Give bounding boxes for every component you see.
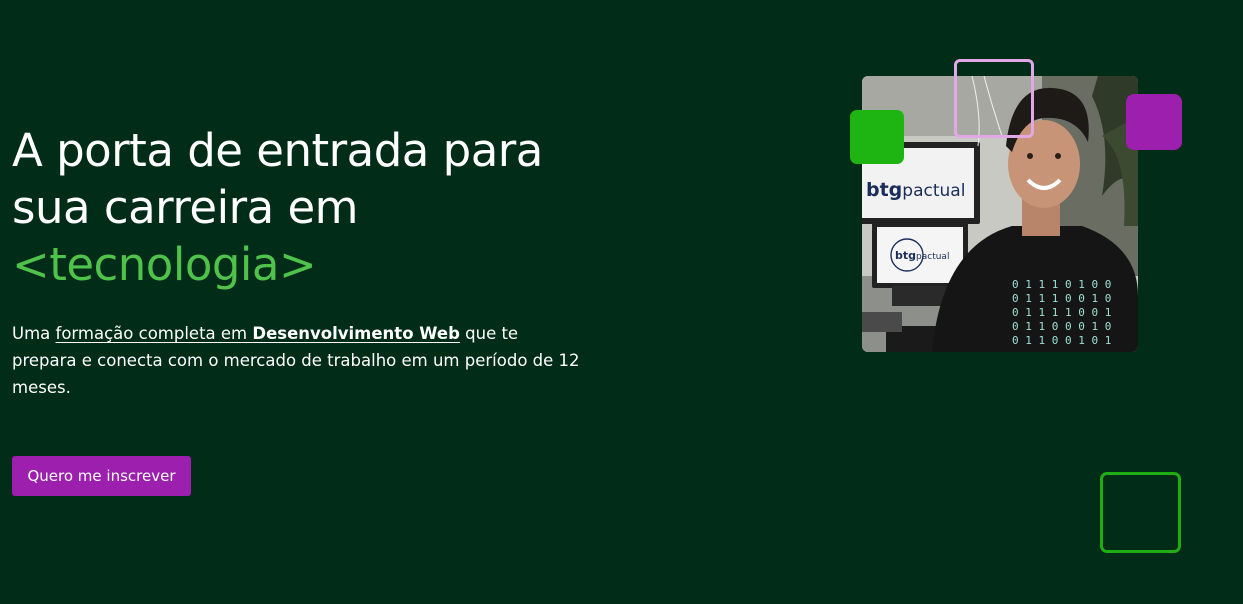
course-link-text: formação completa em	[55, 324, 253, 343]
shirt-binary-row-5: 0 1 1 0 0 1 0 1	[1012, 334, 1111, 347]
shirt-binary-row-3: 0 1 1 1 1 0 0 1	[1012, 306, 1111, 319]
hero-text: A porta de entrada para sua carreira em …	[12, 122, 602, 293]
course-link-strong: Desenvolvimento Web	[252, 324, 460, 343]
hero-description: Uma formação completa em Desenvolvimento…	[12, 320, 582, 401]
shirt-binary-row-1: 0 1 1 1 0 1 0 0	[1012, 278, 1111, 291]
headline-accent: <tecnologia>	[12, 238, 317, 291]
shirt-binary-row-4: 0 1 1 0 0 0 1 0	[1012, 320, 1111, 333]
course-link[interactable]: formação completa em Desenvolvimento Web	[56, 324, 460, 343]
headline-line-1: A porta de entrada para	[12, 124, 543, 177]
headline-line-2: sua carreira em	[12, 181, 358, 234]
monitor-top-logo: btgpactual	[866, 179, 965, 201]
hero-headline: A porta de entrada para sua carreira em …	[12, 122, 602, 293]
lead-text-start: Uma	[12, 324, 56, 343]
decor-green-outline-square	[1100, 472, 1181, 553]
shirt-binary-row-2: 0 1 1 1 0 0 1 0	[1012, 292, 1111, 305]
signup-button[interactable]: Quero me inscrever	[12, 456, 191, 496]
decor-pink-outline-square	[954, 59, 1034, 138]
decor-green-square	[850, 110, 904, 164]
decor-purple-square	[1126, 94, 1182, 150]
